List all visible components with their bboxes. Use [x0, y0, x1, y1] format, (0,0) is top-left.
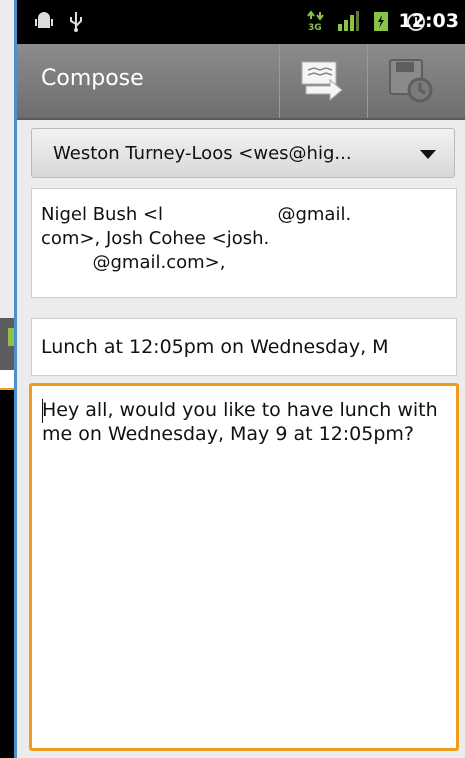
body-field[interactable]: Hey all, would you like to have lunch wi…	[29, 383, 459, 751]
phone-screen: 3G 12:03 Compose Weston Turney-Loos <wes…	[14, 0, 465, 758]
signal-icon	[338, 11, 359, 31]
page-title: Compose	[41, 66, 144, 91]
save-draft-button[interactable]	[367, 44, 454, 118]
save-draft-icon	[389, 59, 433, 103]
subject-field[interactable]: Lunch at 12:05pm on Wednesday, M	[31, 318, 457, 376]
usb-icon	[70, 12, 82, 32]
send-icon	[301, 61, 343, 102]
subject-value: Lunch at 12:05pm on Wednesday, M	[41, 336, 389, 358]
chevron-down-icon	[420, 150, 436, 159]
status-bar: 3G 12:03	[17, 0, 465, 44]
battery-charging-icon	[374, 12, 388, 31]
from-account-select[interactable]: Weston Turney-Loos <wes@hig...	[31, 128, 455, 178]
3g-icon: 3G	[307, 10, 324, 32]
from-account-value: Weston Turney-Loos <wes@hig...	[53, 143, 352, 164]
body-value: Hey all, would you like to have lunch wi…	[42, 399, 438, 445]
android-debug-icon	[35, 12, 53, 28]
to-recipients-value: Nigel Bush <l @gmail. com>, Josh Cohee <…	[41, 204, 352, 273]
status-clock: 12:03	[398, 10, 459, 32]
svg-text:3G: 3G	[308, 23, 322, 32]
action-bar: Compose	[17, 44, 465, 120]
to-field[interactable]: Nigel Bush <l @gmail. com>, Josh Cohee <…	[31, 188, 457, 298]
send-button[interactable]	[279, 44, 366, 118]
